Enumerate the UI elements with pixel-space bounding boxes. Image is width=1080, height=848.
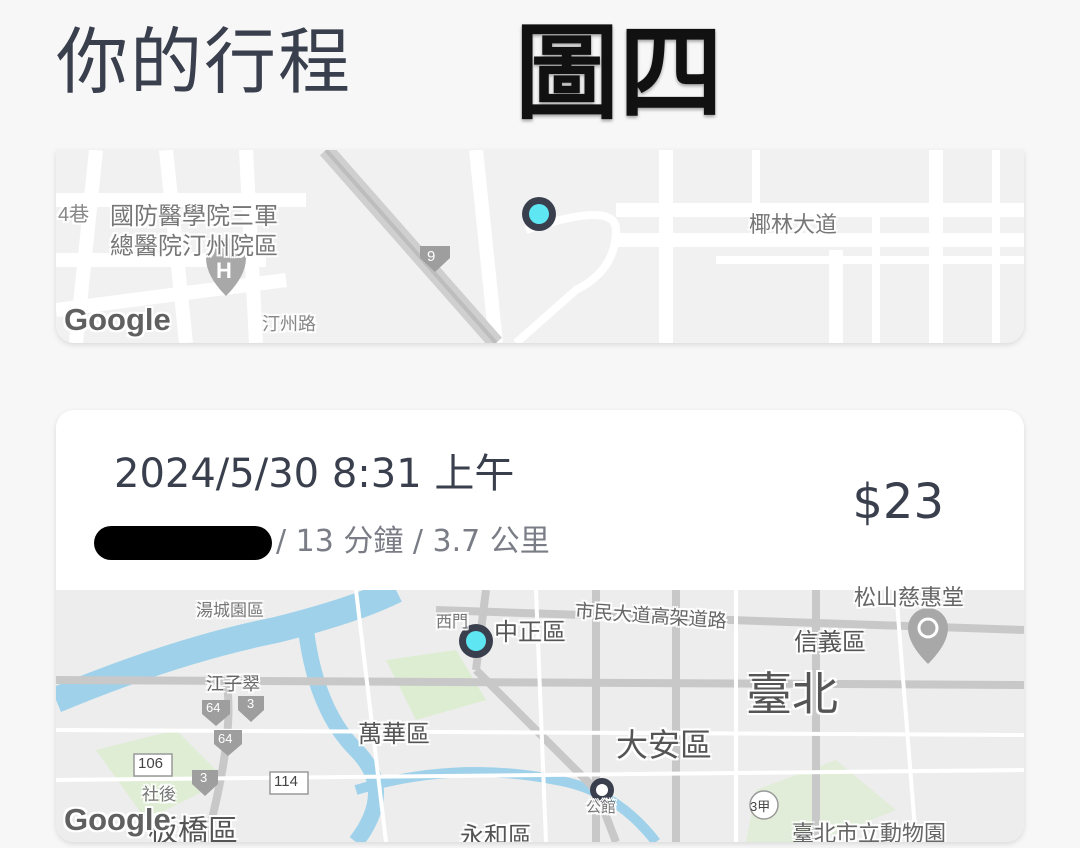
map-label-yonghe: 永和區 bbox=[460, 823, 532, 842]
google-attribution: Google bbox=[64, 302, 171, 337]
trip-summary[interactable]: 2024/5/30 8:31 上午 / 13 分鐘 / 3.7 公里 $23 bbox=[56, 410, 1024, 590]
map-label-route-9: 9 bbox=[427, 248, 436, 265]
map-label-tangcheng: 湯城園區 bbox=[196, 601, 264, 620]
map-label-road-yelin: 椰林大道 bbox=[749, 212, 838, 237]
map-label-wanhua: 萬華區 bbox=[358, 721, 430, 748]
map-label-route-114: 114 bbox=[274, 773, 298, 790]
trip-map-2[interactable]: 湯城園區 西門 中正區 市民大道高架道路 松山慈惠堂 信義區 臺北 江子翠 萬華… bbox=[56, 578, 1024, 842]
trip-map-1[interactable]: 國防醫學院三軍 總醫院汀州院區 椰林大道 4巷 9 H 汀州路 Google bbox=[56, 150, 1024, 343]
trip-card-1[interactable]: 國防醫學院三軍 總醫院汀州院區 椰林大道 4巷 9 H 汀州路 Google bbox=[56, 150, 1024, 343]
google-attribution: Google bbox=[64, 802, 171, 837]
map-label-ximen: 西門 bbox=[436, 614, 469, 631]
map-label-route-64a: 64 bbox=[206, 700, 221, 715]
map-label-taipei: 臺北 bbox=[746, 668, 838, 720]
map-label-xinyi: 信義區 bbox=[794, 629, 866, 656]
trip-meta: / 13 分鐘 / 3.7 公里 bbox=[94, 520, 550, 564]
map-label-lane: 4巷 bbox=[58, 204, 90, 226]
map-label-route-3b: 3 bbox=[200, 770, 208, 785]
trip-card-2[interactable]: 2024/5/30 8:31 上午 / 13 分鐘 / 3.7 公里 $23 湯… bbox=[56, 410, 1024, 842]
map-label-zhongzheng: 中正區 bbox=[494, 619, 566, 646]
trip-price: $23 bbox=[852, 474, 944, 530]
map-label-hospital-line2: 總醫院汀州院區 bbox=[110, 233, 278, 260]
trip-datetime: 2024/5/30 8:31 上午 bbox=[114, 451, 515, 497]
map-label-daan: 大安區 bbox=[616, 727, 713, 763]
page-title: 你的行程 bbox=[56, 20, 353, 104]
map-label-songshan: 松山慈惠堂 bbox=[854, 585, 965, 610]
map-label-route-64b: 64 bbox=[218, 731, 233, 746]
map-label-hospital-glyph: H bbox=[216, 258, 232, 283]
map-label-route-106: 106 bbox=[138, 755, 164, 772]
trip-end-pin-icon[interactable] bbox=[522, 197, 556, 231]
map-label-zoo: 臺北市立動物園 bbox=[792, 821, 947, 842]
redacted-block bbox=[94, 525, 272, 560]
map-label-tingzhou: 汀州路 bbox=[262, 314, 316, 334]
trip-duration-distance: / 13 分鐘 / 3.7 公里 bbox=[276, 524, 550, 559]
map-label-jiangzicui: 江子翠 bbox=[206, 674, 260, 694]
map-label-route-3a: 3 bbox=[247, 696, 255, 711]
figure-label: 圖四 bbox=[515, 12, 724, 134]
map-label-gongguan: 公館 bbox=[586, 799, 617, 816]
map-label-route-3c: 3甲 bbox=[750, 799, 771, 814]
